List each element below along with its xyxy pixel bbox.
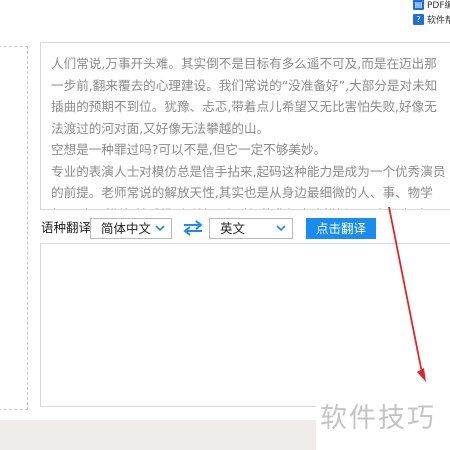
chevron-down-icon bbox=[155, 225, 165, 231]
pdf-icon: ▤ bbox=[413, 0, 424, 10]
source-text-area[interactable]: 人们常说,万事开头难。其实倒不是目标有多么遥不可及,而是在迈出那一步前,翻来覆去… bbox=[40, 42, 450, 210]
pdf-link[interactable]: ▤ PDF编 bbox=[413, 0, 450, 11]
pdf-link-label: PDF编 bbox=[427, 0, 450, 11]
target-language-select[interactable]: 英文 bbox=[209, 218, 293, 239]
chevron-down-icon bbox=[276, 225, 286, 231]
source-language-select[interactable]: 简体中文 bbox=[90, 218, 172, 239]
target-language-value: 英文 bbox=[220, 221, 246, 236]
source-paragraph: 空想是一种罪过吗?可以不是,但它一定不够美妙。 bbox=[51, 142, 327, 157]
watermark: 软件技巧 bbox=[320, 403, 436, 434]
language-label: 语种翻译: bbox=[41, 220, 96, 235]
source-paragraph: 专业的表演人士对模仿总是信手拈来,起码这种能力是成为一个优秀演员的前提。老师常说… bbox=[51, 163, 446, 210]
help-icon: ? bbox=[413, 13, 424, 25]
swap-arrows-icon[interactable] bbox=[182, 218, 204, 238]
source-language-value: 简体中文 bbox=[101, 221, 152, 236]
left-panel bbox=[0, 46, 28, 410]
source-paragraph: 人们常说,万事开头难。其实倒不是目标有多么遥不可及,而是在迈出那一步前,翻来覆去… bbox=[51, 56, 438, 136]
translate-button[interactable]: 点击翻译 bbox=[306, 218, 376, 239]
source-text: 人们常说,万事开头难。其实倒不是目标有多么遥不可及,而是在迈出那一步前,翻来覆去… bbox=[51, 53, 447, 210]
help-link-label: 软件帮 bbox=[427, 15, 450, 26]
help-link[interactable]: ? 软件帮 bbox=[413, 12, 450, 26]
translation-result-area[interactable] bbox=[40, 243, 450, 407]
